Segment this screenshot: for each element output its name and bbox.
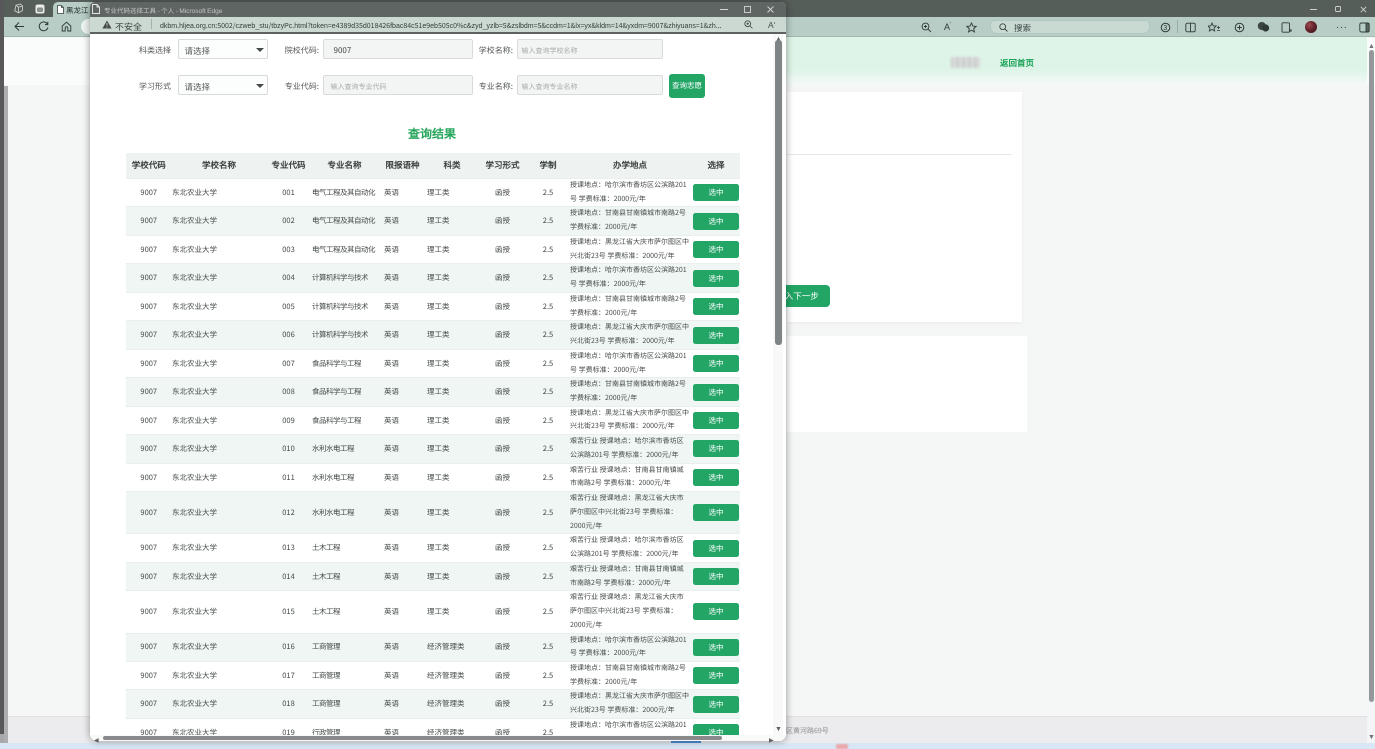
svg-text:3: 3 bbox=[1163, 25, 1167, 32]
